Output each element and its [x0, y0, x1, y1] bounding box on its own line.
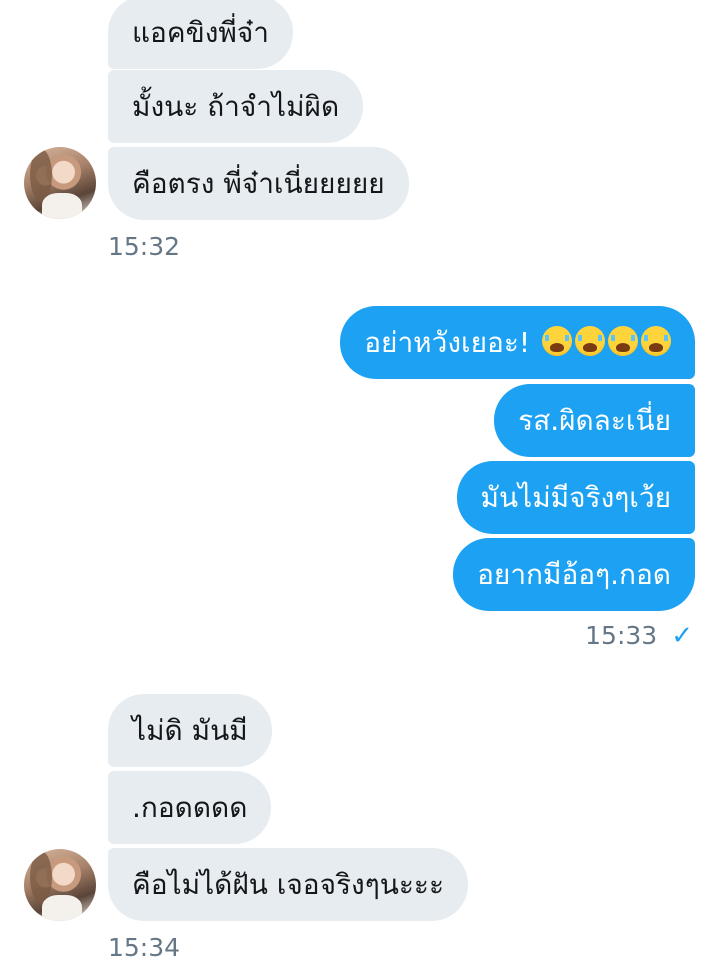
message-bubble[interactable]: มั้งนะ ถ้าจำไม่ผิด: [108, 70, 364, 143]
message-bubble[interactable]: .กอดดดด: [108, 771, 272, 844]
loudly-crying-face-icon: [608, 326, 638, 356]
loudly-crying-face-icon: [641, 326, 671, 356]
checkmark-icon: ✓: [671, 621, 693, 651]
avatar[interactable]: [24, 147, 96, 219]
message-bubble[interactable]: คือไม่ได้ฝัน เจอจริงๆนะะะ: [108, 848, 469, 921]
avatar-hair: [30, 149, 52, 201]
message-timestamp: 15:32: [108, 232, 181, 261]
message-bubble[interactable]: อยากมีอ้อๆ.กอด: [453, 538, 695, 611]
message-bubble[interactable]: ไม่ดิ มันมี: [108, 694, 272, 767]
timestamp-text: 15:33: [585, 621, 658, 650]
message-text: อย่าหวังเยอะ!: [364, 326, 531, 359]
message-bubble[interactable]: แอคขิงพี่จ๋า: [108, 0, 293, 69]
message-timestamp: 15:33 ✓: [585, 621, 693, 651]
message-bubble[interactable]: รส.ผิดละเนี่ย: [494, 384, 695, 457]
message-bubble[interactable]: มันไม่มีจริงๆเว้ย: [456, 461, 695, 534]
avatar[interactable]: [24, 849, 96, 921]
message-bubble[interactable]: อย่าหวังเยอะ!: [340, 306, 695, 379]
avatar-shirt: [42, 193, 82, 219]
loudly-crying-face-icon: [575, 326, 605, 356]
message-bubble[interactable]: คือตรง พี่จ๋าเนี่ยยยยย: [108, 147, 409, 220]
message-timestamp: 15:34: [108, 933, 181, 962]
loudly-crying-face-icon: [542, 326, 572, 356]
avatar-hair: [30, 851, 52, 903]
avatar-shirt: [42, 895, 82, 921]
